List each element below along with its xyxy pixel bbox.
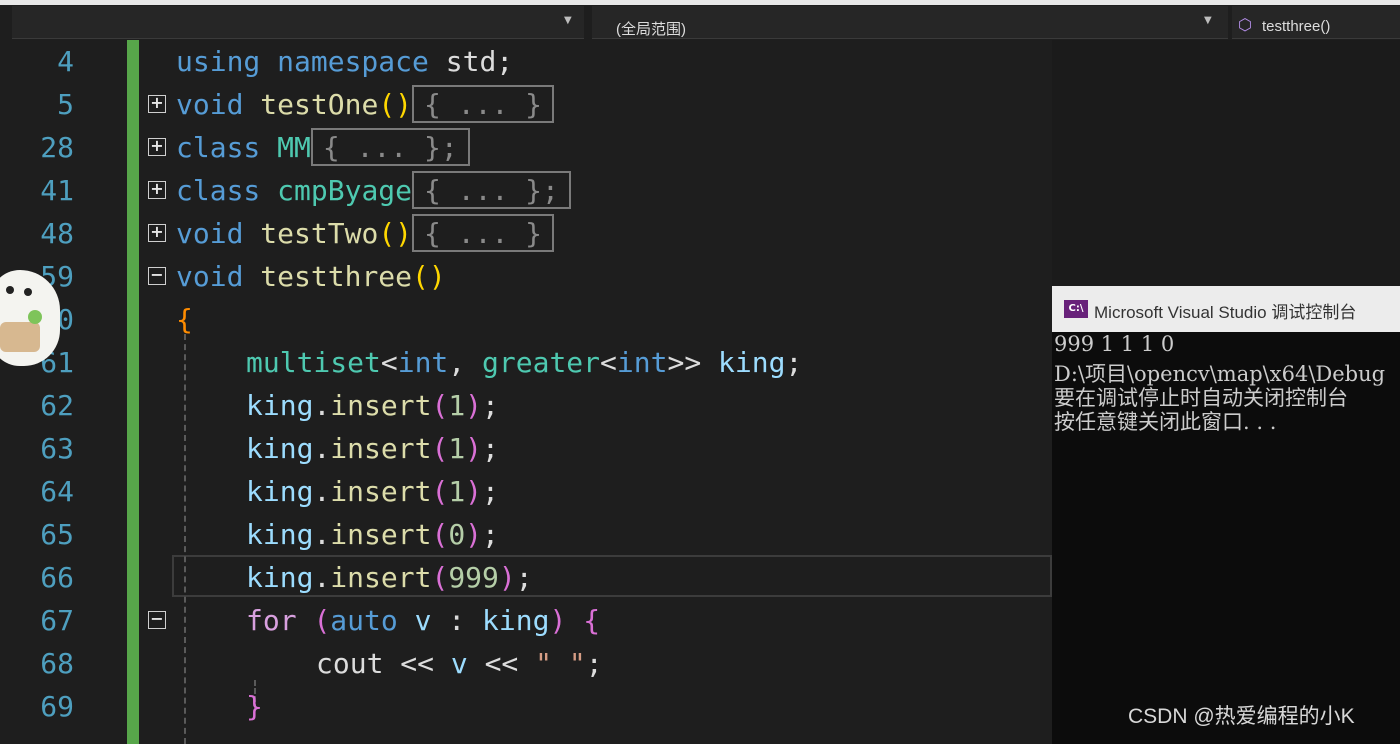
code-line[interactable]: 59 − void testthree() bbox=[0, 255, 1052, 298]
code-line[interactable]: 69 } bbox=[0, 685, 1052, 728]
scope-label: (全局范围) bbox=[616, 21, 686, 38]
collapsed-block[interactable]: { ... } bbox=[412, 214, 555, 252]
expand-icon[interactable]: + bbox=[148, 95, 166, 113]
code-line[interactable]: 64 king.insert(1); bbox=[0, 470, 1052, 513]
code-text: { bbox=[176, 303, 193, 336]
line-number: 66 bbox=[40, 561, 74, 594]
code-line[interactable]: 60 { bbox=[0, 298, 1052, 341]
line-number: 28 bbox=[40, 131, 74, 164]
code-line[interactable]: 48 + void testTwo(){ ... } bbox=[0, 212, 1052, 255]
code-text: class cmpByage{ ... }; bbox=[176, 169, 571, 212]
line-number: 5 bbox=[57, 88, 74, 121]
code-text: class MM{ ... }; bbox=[176, 126, 470, 169]
line-number: 41 bbox=[40, 174, 74, 207]
console-title: Microsoft Visual Studio 调试控制台 bbox=[1094, 303, 1357, 322]
line-number: 63 bbox=[40, 432, 74, 465]
cube-icon: ⬡ bbox=[1238, 15, 1252, 34]
collapsed-block[interactable]: { ... } bbox=[412, 85, 555, 123]
watermark: CSDN @热爱编程的小K bbox=[1128, 705, 1355, 728]
console-output-line: 按任意键关闭此窗口. . . bbox=[1054, 410, 1277, 434]
code-line[interactable]: 63 king.insert(1); bbox=[0, 427, 1052, 470]
line-number: 68 bbox=[40, 647, 74, 680]
code-text: multiset<int, greater<int>> king; bbox=[246, 346, 803, 379]
code-line[interactable]: 65 king.insert(0); bbox=[0, 513, 1052, 556]
expand-icon[interactable]: + bbox=[148, 224, 166, 242]
member-label: testthree() bbox=[1262, 18, 1331, 35]
collapse-icon[interactable]: − bbox=[148, 267, 166, 285]
line-number: 62 bbox=[40, 389, 74, 422]
sticker-image bbox=[0, 270, 60, 366]
code-text: cout << v << " "; bbox=[316, 647, 603, 680]
code-text: void testTwo(){ ... } bbox=[176, 212, 555, 255]
console-app-icon: C:\ bbox=[1064, 300, 1088, 318]
member-dropdown[interactable]: ⬡ testthree() bbox=[1232, 6, 1400, 39]
expand-icon[interactable]: + bbox=[148, 138, 166, 156]
debug-console-window[interactable]: C:\ Microsoft Visual Studio 调试控制台 999 1 … bbox=[1052, 286, 1400, 744]
line-number: 67 bbox=[40, 604, 74, 637]
project-dropdown[interactable]: ▼ bbox=[12, 6, 584, 39]
code-line[interactable]: 68 cout << v << " "; bbox=[0, 642, 1052, 685]
code-line[interactable]: 5 + void testOne(){ ... } bbox=[0, 83, 1052, 126]
collapsed-block[interactable]: { ... }; bbox=[412, 171, 571, 209]
code-editor[interactable]: 4 using namespace std; 5 + void testOne(… bbox=[0, 40, 1052, 744]
collapsed-block[interactable]: { ... }; bbox=[310, 128, 470, 166]
code-text: void testthree() bbox=[176, 260, 446, 293]
code-text: } bbox=[246, 690, 263, 723]
scope-dropdown[interactable]: (全局范围) ▼ bbox=[592, 6, 1228, 39]
code-text: king.insert(1); bbox=[246, 432, 499, 465]
chevron-down-icon[interactable]: ▼ bbox=[1204, 15, 1212, 26]
code-text: using namespace std; bbox=[176, 45, 514, 78]
console-output-line: 999 1 1 1 0 bbox=[1054, 332, 1175, 356]
chevron-down-icon[interactable]: ▼ bbox=[564, 15, 572, 26]
code-text: king.insert(999); bbox=[246, 561, 533, 594]
line-number: 48 bbox=[40, 217, 74, 250]
line-number: 4 bbox=[57, 45, 74, 78]
expand-icon[interactable]: + bbox=[148, 181, 166, 199]
code-text: king.insert(1); bbox=[246, 389, 499, 422]
title-strip bbox=[0, 0, 1400, 5]
collapse-icon[interactable]: − bbox=[148, 611, 166, 629]
code-line[interactable]: 4 using namespace std; bbox=[0, 40, 1052, 83]
line-number: 64 bbox=[40, 475, 74, 508]
line-number: 65 bbox=[40, 518, 74, 551]
code-line[interactable]: 41 + class cmpByage{ ... }; bbox=[0, 169, 1052, 212]
code-line[interactable]: 67 − for (auto v : king) { bbox=[0, 599, 1052, 642]
code-text: king.insert(1); bbox=[246, 475, 499, 508]
code-line[interactable]: 61 multiset<int, greater<int>> king; bbox=[0, 341, 1052, 384]
code-line[interactable]: 62 king.insert(1); bbox=[0, 384, 1052, 427]
line-number: 69 bbox=[40, 690, 74, 723]
code-text: void testOne(){ ... } bbox=[176, 83, 555, 126]
code-line[interactable]: 28 + class MM{ ... }; bbox=[0, 126, 1052, 169]
code-text: for (auto v : king) { bbox=[246, 604, 601, 637]
code-line[interactable]: 66 king.insert(999); bbox=[0, 556, 1052, 599]
navigation-bar: ▼ (全局范围) ▼ ⬡ testthree() bbox=[0, 0, 1400, 40]
console-title-bar[interactable]: C:\ Microsoft Visual Studio 调试控制台 bbox=[1052, 286, 1400, 332]
code-text: king.insert(0); bbox=[246, 518, 499, 551]
